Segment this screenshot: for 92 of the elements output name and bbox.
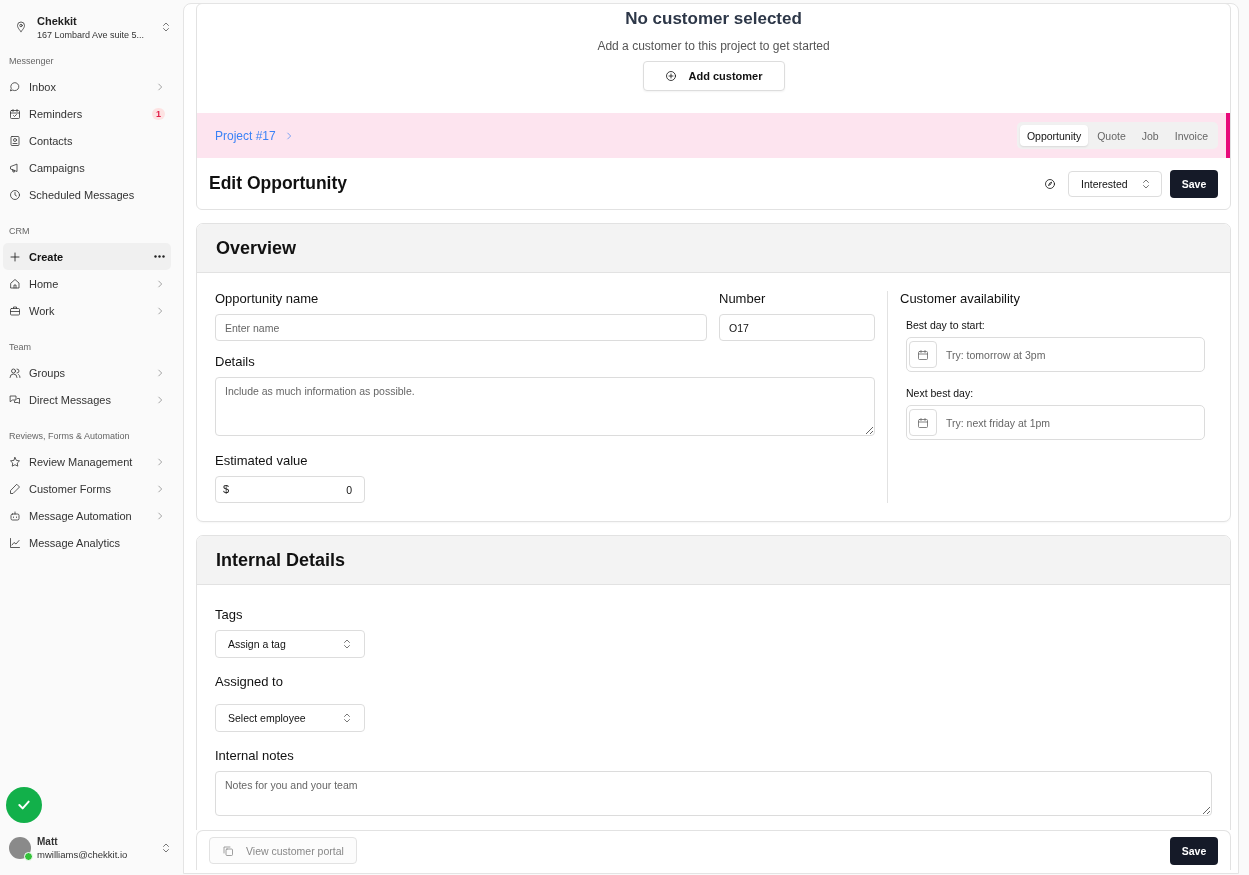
calendar-button[interactable] — [909, 341, 937, 368]
sidebar-section-title: Reviews, Forms & Automation — [8, 431, 131, 443]
opportunity-name-field[interactable]: Enter name — [215, 314, 707, 341]
clock-icon — [9, 188, 21, 201]
plus-icon — [9, 250, 21, 263]
more-icon[interactable] — [154, 255, 165, 258]
sidebar-item[interactable]: Reminders 1 — [3, 100, 171, 127]
workspace-address: 167 Lombard Ave suite 5... — [37, 29, 145, 40]
chevron-right-icon — [155, 483, 165, 494]
stage-tab[interactable]: Quote — [1090, 125, 1133, 146]
chevron-right-icon — [155, 367, 165, 378]
account-switcher-icon — [161, 842, 171, 854]
calendar-icon — [917, 348, 929, 361]
success-check-icon[interactable] — [6, 787, 42, 823]
sidebar-item[interactable]: Scheduled Messages — [3, 181, 171, 208]
workspace-name: Chekkit — [37, 14, 78, 27]
page-title: Edit Opportunity — [209, 173, 349, 194]
field-label: Assigned to — [215, 674, 284, 689]
number-field[interactable]: O17 — [719, 314, 875, 341]
plus-circle-icon — [664, 70, 677, 82]
sidebar-section-title: Messenger — [8, 56, 55, 68]
chevron-right-icon — [155, 278, 165, 289]
calendar-button[interactable] — [909, 409, 937, 436]
sidebar-section-title: CRM — [8, 226, 31, 238]
field-label: Internal notes — [215, 748, 295, 763]
empty-state-title: No customer selected — [625, 9, 802, 29]
contact-card-icon — [9, 134, 21, 147]
sidebar-item[interactable]: Campaigns — [3, 154, 171, 181]
count-badge: 1 — [152, 107, 165, 120]
chevron-right-icon — [155, 510, 165, 521]
star-icon — [9, 455, 21, 468]
sidebar-item[interactable]: Customer Forms — [3, 475, 171, 502]
date-field[interactable]: Try: next friday at 1pm — [906, 405, 1205, 440]
workspace-switcher-icon — [161, 21, 171, 33]
up-down-chevron-icon — [342, 638, 352, 650]
users-icon — [9, 366, 21, 379]
field-label: Tags — [215, 607, 244, 622]
stage-tab[interactable]: Job — [1134, 125, 1166, 146]
section-title: Overview — [197, 224, 1230, 273]
section-title: Internal Details — [197, 536, 1230, 585]
house-icon — [9, 277, 21, 290]
megaphone-icon — [9, 161, 21, 174]
add-customer-button[interactable]: Add customer — [642, 61, 785, 91]
internal-notes-field[interactable]: Notes for you and your team — [215, 771, 1212, 816]
field-label: Details — [215, 354, 256, 369]
robot-icon — [9, 509, 21, 522]
chevron-right-icon — [155, 456, 165, 467]
availability-title: Customer availability — [900, 291, 1021, 306]
save-button[interactable]: Save — [1170, 836, 1218, 865]
location-pin-icon — [15, 21, 27, 33]
stage-tab[interactable]: Opportunity — [1019, 125, 1089, 146]
sidebar-item[interactable]: Contacts — [3, 127, 171, 154]
date-field[interactable]: Try: tomorrow at 3pm — [906, 337, 1205, 372]
field-label: Estimated value — [215, 453, 309, 468]
field-label: Number — [719, 291, 767, 306]
field-label: Opportunity name — [215, 291, 320, 306]
sidebar-section-title: Team — [8, 342, 32, 354]
sidebar-item[interactable]: Work — [3, 297, 171, 324]
up-down-chevron-icon — [1141, 177, 1151, 190]
sidebar-item[interactable]: Groups — [3, 359, 171, 386]
sidebar-item[interactable]: Message Analytics — [3, 529, 171, 556]
field-label: Best day to start: — [906, 319, 986, 331]
details-field[interactable]: Include as much information as possible. — [215, 377, 875, 436]
save-button[interactable]: Save — [1170, 169, 1218, 198]
sidebar-item[interactable]: Direct Messages — [3, 386, 171, 413]
sidebar-item[interactable]: Home — [3, 270, 171, 297]
tag-select[interactable]: Assign a tag — [215, 630, 365, 658]
user-email: mwilliams@chekkit.io — [37, 849, 129, 860]
stage-tab[interactable]: Invoice — [1167, 125, 1215, 146]
chevron-right-icon — [155, 394, 165, 405]
chat-bubbles-icon — [9, 393, 21, 406]
copy-icon — [222, 844, 234, 857]
employee-select[interactable]: Select employee — [215, 704, 365, 732]
status-dropdown[interactable]: Interested — [1068, 170, 1162, 197]
chevron-right-icon — [155, 305, 165, 316]
briefcase-icon — [9, 304, 21, 317]
field-label: Next best day: — [906, 387, 975, 399]
sidebar-item[interactable]: Review Management — [3, 448, 171, 475]
line-chart-icon — [9, 536, 21, 549]
up-down-chevron-icon — [342, 712, 352, 724]
empty-state-subtitle: Add a customer to this project to get started — [597, 39, 830, 53]
user-name: Matt — [37, 836, 59, 847]
sidebar-item[interactable]: Inbox — [3, 73, 171, 100]
compass-icon — [1044, 177, 1056, 190]
chat-bubble-icon — [9, 80, 21, 93]
sidebar-item[interactable]: Create — [3, 243, 171, 270]
chevron-right-icon — [155, 81, 165, 92]
calendar-icon — [917, 416, 929, 429]
sidebar-item[interactable]: Message Automation — [3, 502, 171, 529]
pencil-icon — [9, 482, 21, 495]
currency-symbol: $ — [223, 483, 230, 496]
calendar-icon — [9, 107, 21, 120]
